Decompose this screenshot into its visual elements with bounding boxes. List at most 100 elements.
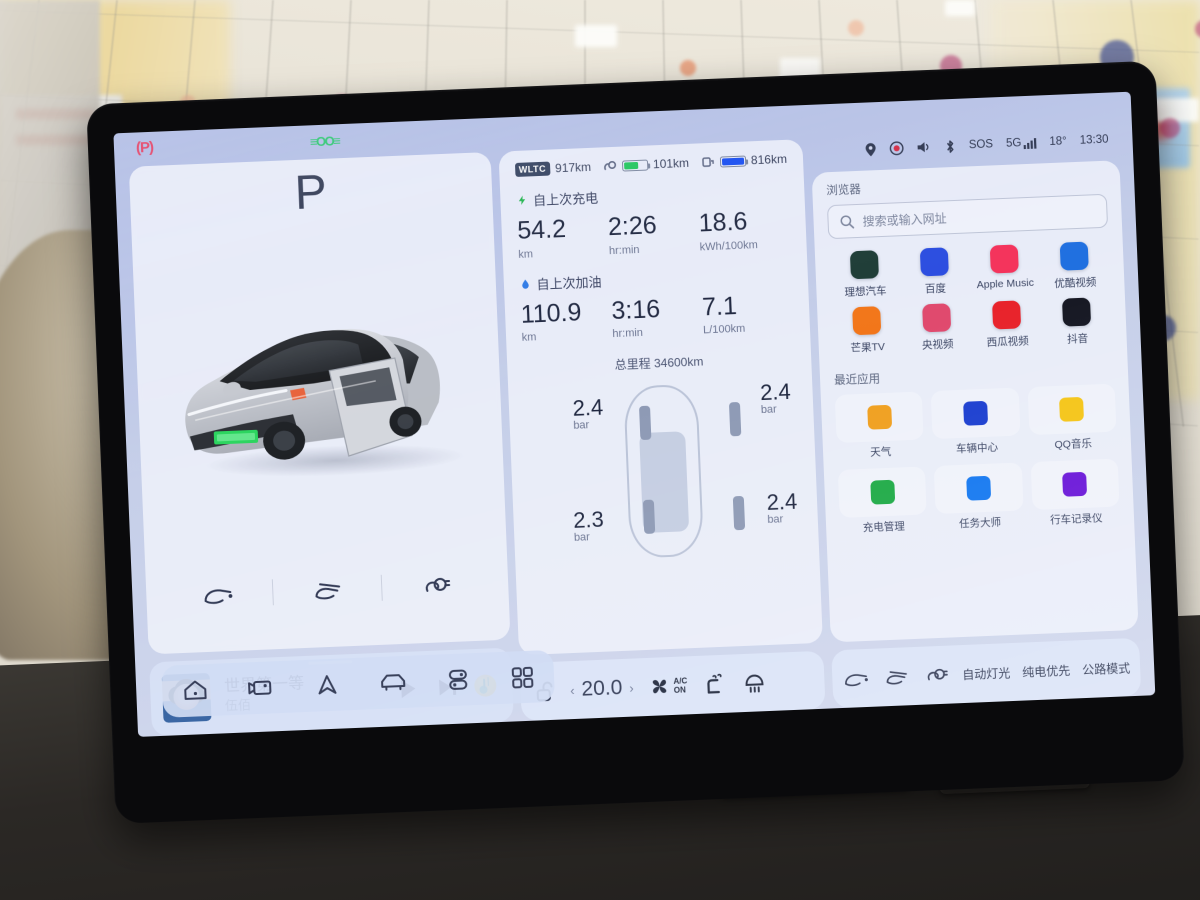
network-indicator: 5G	[1006, 137, 1037, 150]
search-placeholder: 搜索或输入网址	[862, 210, 947, 229]
recent-app-weather[interactable]: 天气	[834, 391, 925, 461]
stat-value: 2:26	[607, 211, 658, 242]
ev-range: 101km	[603, 156, 689, 174]
car-icon[interactable]	[377, 669, 408, 696]
grid-apps-icon[interactable]	[509, 664, 536, 691]
tpms-front-right: 2.4 bar	[759, 378, 792, 417]
recent-apps-grid: 天气 车辆中心 QQ音乐充电管理 任务大师 行车记录仪	[834, 383, 1121, 536]
hood-open-icon[interactable]	[200, 581, 235, 608]
stat-unit: km	[521, 331, 537, 344]
since-refuel-label: 自上次加油	[536, 274, 602, 292]
stat-item: 110.9 km	[520, 298, 612, 344]
weather-icon	[866, 404, 892, 430]
since-refuel-stats: 110.9 km 3:16 hr:min 7.1 L/100km	[520, 290, 794, 344]
toggle-ev-priority[interactable]: 纯电优先	[1022, 661, 1071, 680]
temperature-control[interactable]: ‹ 20.0 ›	[570, 676, 634, 703]
stat-item: 54.2 km	[517, 214, 609, 260]
vehicle-illustration[interactable]	[160, 272, 498, 485]
recent-app-task-master[interactable]: 任务大师	[934, 462, 1024, 532]
tire-pressure-diagram[interactable]: 2.4 bar 2.4 bar 2.3 bar 2.4 bar	[524, 372, 804, 578]
rear-defrost-icon[interactable]	[741, 670, 768, 695]
search-input[interactable]: 搜索或输入网址	[826, 193, 1109, 240]
stat-unit: hr:min	[608, 243, 640, 257]
charge-port-icon[interactable]	[922, 663, 951, 688]
door-status-row	[181, 561, 472, 619]
browser-app-mango-tv[interactable]: 芒果TV	[831, 305, 903, 356]
location-icon[interactable]	[865, 142, 878, 157]
toggle-road-mode[interactable]: 公路模式	[1082, 659, 1131, 678]
app-label: 百度	[924, 282, 947, 296]
browser-app-grid: 理想汽车 百度 Apple Music 优酷视频芒果TV 央视频 西瓜视频 抖音	[829, 241, 1113, 356]
task-master-icon	[966, 475, 992, 501]
divider	[271, 579, 274, 606]
recent-apps-section: 最近应用 天气 车辆中心 QQ音乐 充电管理 任务大师 行车记录仪	[834, 361, 1121, 536]
wltc-value: 917km	[554, 159, 592, 176]
bluetooth-icon[interactable]	[945, 138, 957, 153]
fan-icon[interactable]	[647, 674, 672, 699]
tpms-unit: bar	[573, 419, 590, 432]
stat-item: 2:26 hr:min	[607, 211, 699, 257]
outside-temperature: 18°	[1049, 135, 1067, 149]
stat-item: 3:16 hr:min	[611, 294, 703, 340]
sliders-icon[interactable]	[445, 666, 472, 693]
stat-unit: L/100km	[702, 322, 746, 337]
recent-app-tile[interactable]	[1030, 458, 1120, 511]
charge-port-icon[interactable]	[419, 572, 454, 599]
temp-increase-button[interactable]: ›	[629, 680, 634, 695]
ac-toggle[interactable]: A/C ON	[647, 673, 688, 699]
stat-unit: hr:min	[612, 326, 644, 341]
browser-app-baidu[interactable]: 百度	[899, 246, 971, 297]
browser-app-xigua-video[interactable]: 西瓜视频	[971, 300, 1043, 351]
toggle-auto-lights[interactable]: 自动灯光	[962, 664, 1011, 683]
baidu-icon	[919, 247, 949, 277]
app-label: 理想汽车	[844, 284, 887, 299]
parking-brake-icon: (P)	[135, 138, 154, 157]
network-label: 5G	[1005, 137, 1022, 150]
tpms-value: 2.4	[759, 378, 792, 406]
recent-app-dashcam[interactable]: 行车记录仪	[1030, 458, 1120, 529]
ev-battery-bar	[621, 159, 649, 172]
douyin-icon	[1061, 297, 1092, 327]
recent-app-charge-manager[interactable]: 充电管理	[837, 466, 928, 536]
navigation-arrow-icon[interactable]	[314, 672, 341, 699]
li-auto-icon	[849, 250, 879, 280]
browser-app-apple-music[interactable]: Apple Music	[969, 244, 1041, 295]
signal-bars-icon	[1023, 138, 1037, 150]
tpms-unit: bar	[760, 403, 777, 417]
recent-app-tile[interactable]	[930, 387, 1021, 440]
ac-label: A/C	[673, 675, 688, 686]
trip-card: WLTC 917km 101km 816km 自上次充电 54.2 km 2:2…	[498, 139, 826, 722]
trunk-open-icon[interactable]	[310, 576, 345, 603]
since-charge-stats: 54.2 km 2:26 hr:min 18.6 kWh/100km	[517, 207, 791, 261]
browser-app-youku[interactable]: 优酷视频	[1039, 241, 1111, 292]
seat-airflow-icon[interactable]	[701, 672, 728, 697]
recent-app-tile[interactable]	[934, 462, 1024, 515]
app-label: 芒果TV	[850, 340, 886, 355]
fuel-drop-icon	[521, 279, 529, 289]
stat-value: 3:16	[610, 294, 661, 325]
recent-app-vehicle-center[interactable]: 车辆中心	[930, 387, 1021, 458]
home-icon[interactable]	[181, 677, 210, 704]
record-icon[interactable]	[889, 141, 905, 156]
browser-app-cctv-video[interactable]: 央视频	[901, 302, 973, 353]
tyre-rear-left	[642, 499, 655, 535]
youku-icon	[1059, 241, 1089, 271]
temp-decrease-button[interactable]: ‹	[570, 682, 575, 697]
sos-button[interactable]: SOS	[969, 138, 994, 151]
browser-app-li-auto[interactable]: 理想汽车	[829, 249, 901, 300]
recent-app-tile[interactable]	[834, 391, 924, 444]
trunk-open-icon[interactable]	[882, 664, 911, 689]
ev-plug-icon	[604, 160, 617, 171]
camera-icon[interactable]	[246, 674, 277, 701]
browser-app-douyin[interactable]: 抖音	[1041, 297, 1113, 348]
recent-app-tile[interactable]	[1027, 383, 1117, 436]
recent-app-tile[interactable]	[837, 466, 927, 518]
browser-panel: 浏览器 搜索或输入网址 理想汽车 百度 Apple Music 优酷视频 芒果TV 央视频…	[811, 160, 1139, 643]
fuel-range: 816km	[701, 151, 788, 170]
fuel-bar	[719, 155, 747, 168]
recent-app-qq-music[interactable]: QQ音乐	[1027, 383, 1117, 454]
volume-icon[interactable]	[917, 140, 933, 155]
fuel-range-value: 816km	[750, 151, 788, 168]
hood-open-icon[interactable]	[842, 666, 871, 691]
recent-app-label: 任务大师	[958, 516, 1002, 531]
